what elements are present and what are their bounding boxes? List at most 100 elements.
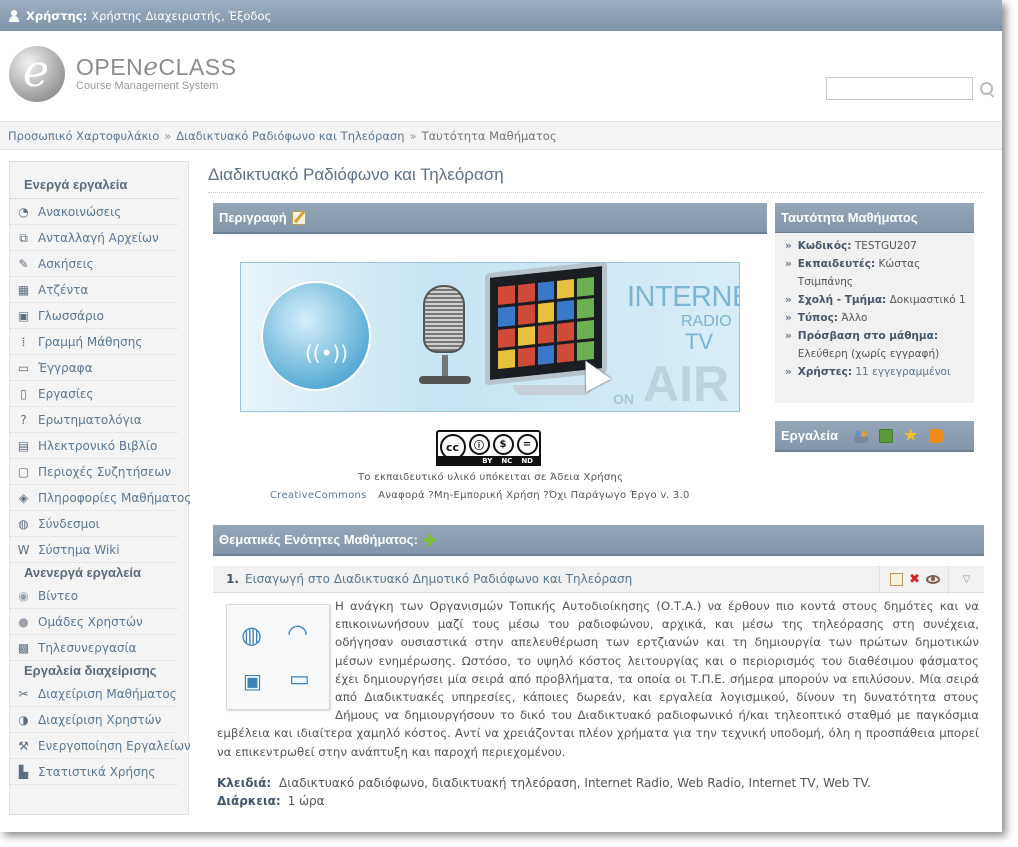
- course-units-heading: Θεματικές Ενότητες Μαθήματος:: [219, 532, 418, 547]
- questionnaires-icon: ?: [20, 412, 27, 427]
- sidebar-item-links[interactable]: ◍ Σύνδεσμοι: [10, 511, 178, 537]
- logo-emblem[interactable]: e: [9, 46, 65, 102]
- admin-tools-heading: Εργαλεία διαχείρισης: [24, 663, 157, 678]
- logout-link[interactable]: Έξοδος: [228, 9, 271, 23]
- keywords-label: Κλειδιά:: [217, 776, 272, 790]
- course-identity-heading: Ταυτότητα Μαθήματος: [781, 210, 918, 225]
- sidebar-item-user-groups[interactable]: ● Ομάδες Χρηστών: [10, 609, 178, 635]
- by-icon: ⓘ: [468, 434, 490, 455]
- active-tools-list: ◔ Ανακοινώσεις ⧉ Ανταλλαγή Αρχείων ✎ Ασκήσε…: [10, 199, 191, 563]
- sidebar-item-glossary[interactable]: ▣ Γλωσσάριο: [10, 303, 178, 329]
- breadcrumb-portfolio[interactable]: Προσωπικό Χαρτοφυλάκιο: [8, 129, 159, 143]
- description-heading: Περιγραφή: [219, 210, 287, 225]
- logo[interactable]: OPENeCLASS Course Management System: [76, 54, 236, 92]
- sidebar-item-file-exchange[interactable]: ⧉ Ανταλλαγή Αρχείων: [10, 225, 178, 251]
- user-label: Χρήστης:: [26, 8, 88, 23]
- rss-icon[interactable]: [928, 428, 943, 443]
- duration-value: 1 ώρα: [287, 794, 325, 808]
- course-info-icon: ◈: [18, 490, 29, 505]
- title-divider: [208, 192, 984, 193]
- registered-users-link[interactable]: 11 εγγεγραμμένοι: [855, 366, 950, 378]
- edit-unit-icon[interactable]: [890, 572, 904, 586]
- info-school: » Σχολή - Τμήμα: Δοκιμαστικό 1: [785, 294, 966, 306]
- info-code: » Κωδικός: TESTGU207: [785, 240, 917, 252]
- header: e OPENeCLASS Course Management System: [0, 31, 1002, 121]
- banner-air-text: AIR: [643, 356, 730, 412]
- documents-icon: ▭: [17, 360, 30, 375]
- globe-icon: ((•)): [261, 281, 371, 391]
- info-instructors: » Εκπαιδευτές: Κώστας Τσιμπάνης: [785, 258, 921, 288]
- sidebar: Ενεργά εργαλεία ◔ Ανακοινώσεις ⧉ Ανταλλαγή…: [9, 161, 191, 815]
- announcements-icon: ◔: [18, 204, 29, 219]
- license-text: Το εκπαιδευτικό υλικό υπόκειται σε Άδεια…: [358, 472, 624, 483]
- creativecommons-link[interactable]: CreativeCommons: [270, 490, 367, 501]
- user-groups-icon: ●: [18, 614, 29, 629]
- sidebar-item-wiki[interactable]: W Σύστημα Wiki: [10, 537, 178, 563]
- ebook-icon: ▤: [17, 438, 30, 453]
- course-banner-image: ((•)) INTERNET RADIO TV ON AIR: [240, 262, 740, 412]
- sidebar-item-documents[interactable]: ▭ Έγγραφα: [10, 355, 178, 381]
- star-icon[interactable]: ★: [904, 428, 918, 443]
- file-exchange-icon: ⧉: [19, 230, 28, 245]
- radio-waves-icon: ((•)): [305, 341, 349, 365]
- info-users: » Χρήστες: 11 εγγεγραμμένοι: [785, 366, 951, 378]
- nc-icon: $: [492, 434, 514, 455]
- agenda-icon: ▦: [17, 282, 30, 297]
- unit-row: 1. Εισαγωγή στο Διαδικτυακό Δημοτικό Ραδ…: [213, 565, 984, 593]
- breadcrumb: Προσωπικό Χαρτοφυλάκιο » Διαδικτυακό Ραδ…: [0, 121, 1002, 150]
- usage-stats-icon: ▙: [18, 764, 29, 779]
- move-down-icon[interactable]: ▽: [948, 565, 984, 593]
- sidebar-item-agenda[interactable]: ▦ Ατζέντα: [10, 277, 178, 303]
- mail-icon[interactable]: [878, 428, 893, 443]
- sidebar-item-tool-activation[interactable]: ⚒ Ενεργοποίηση Εργαλείων: [10, 733, 191, 759]
- links-icon: ◍: [18, 516, 29, 531]
- users-icon[interactable]: [853, 428, 868, 443]
- inactive-tools-list: ◉ Βίντεο ● Ομάδες Χρηστών ▩ Τηλεσυνεργασία: [10, 583, 188, 661]
- sidebar-item-usage-stats[interactable]: ▙ Στατιστικά Χρήσης: [10, 759, 178, 785]
- search-input[interactable]: [826, 77, 973, 100]
- sidebar-item-assignments[interactable]: ▯ Εργασίες: [10, 381, 178, 407]
- unit-title-link[interactable]: Εισαγωγή στο Διαδικτυακό Δημοτικό Ραδιόφ…: [243, 572, 879, 586]
- learning-path-icon: ⁞: [21, 334, 26, 349]
- browser-page: Χρήστης: Χρήστης Διαχειριστής, Έξοδος e …: [0, 0, 1002, 832]
- info-type: » Τύπος: Άλλο: [785, 312, 868, 324]
- user-name: Χρήστης Διαχειριστής,: [91, 8, 225, 23]
- forums-icon: ▢: [17, 464, 30, 479]
- sidebar-item-announcements[interactable]: ◔ Ανακοινώσεις: [10, 199, 178, 225]
- sidebar-item-teleconference[interactable]: ▩ Τηλεσυνεργασία: [10, 635, 178, 661]
- assignments-icon: ▯: [20, 386, 27, 401]
- unit-actions: ✖: [879, 565, 948, 593]
- banner-tv-text: TV: [685, 329, 714, 354]
- unit-keywords: Κλειδιά: Διαδικτυακό ραδιόφωνο, διαδικτυ…: [217, 776, 871, 790]
- visibility-icon[interactable]: [926, 574, 940, 584]
- sidebar-item-learning-path[interactable]: ⁞ Γραμμή Μάθησης: [10, 329, 178, 355]
- sidebar-item-ebook[interactable]: ▤ Ηλεκτρονικό Βιβλίο: [10, 433, 178, 459]
- sidebar-item-video[interactable]: ◉ Βίντεο: [10, 583, 178, 609]
- keywords-value: Διαδικτυακό ραδιόφωνο, διαδικτυακή τηλεό…: [279, 776, 871, 790]
- microphone-icon: [423, 285, 465, 353]
- course-admin-icon: ✂: [18, 686, 29, 701]
- search-icon[interactable]: [980, 82, 995, 97]
- sidebar-item-forums[interactable]: ▢ Περιοχές Συζητήσεων: [10, 459, 178, 485]
- glossary-icon: ▣: [17, 308, 30, 323]
- add-unit-icon[interactable]: [423, 533, 436, 546]
- sidebar-item-questionnaires[interactable]: ? Ερωτηματολόγια: [10, 407, 178, 433]
- license-terms: Αναφορά ?Μη-Εμπορική Χρήση ?Όχι Παράγωγο…: [378, 490, 690, 501]
- admin-tools-list: ✂ Διαχείριση Μαθήματος ◑ Διαχείριση Χρηστώ…: [10, 681, 191, 785]
- delete-unit-icon[interactable]: ✖: [909, 573, 920, 586]
- sidebar-item-course-info[interactable]: ◈ Πληροφορίες Μαθήματος: [10, 485, 191, 511]
- breadcrumb-current: Ταυτότητα Μαθήματος: [421, 128, 557, 143]
- edit-description-icon[interactable]: [291, 210, 306, 225]
- course-identity-header: Ταυτότητα Μαθήματος: [775, 203, 974, 234]
- teleconference-icon: ▩: [17, 640, 30, 655]
- tool-activation-icon: ⚒: [18, 738, 29, 753]
- unit-duration: Διάρκεια: 1 ώρα: [217, 794, 325, 808]
- sidebar-item-exercises[interactable]: ✎ Ασκήσεις: [10, 251, 178, 277]
- user-icon: [8, 9, 20, 22]
- breadcrumb-course[interactable]: Διαδικτυακό Ραδιόφωνο και Τηλεόραση: [176, 129, 404, 143]
- cc-badge-labels: BY NC ND: [436, 456, 541, 466]
- sidebar-item-user-admin[interactable]: ◑ Διαχείριση Χρηστών: [10, 707, 178, 733]
- description-header: Περιγραφή: [213, 203, 767, 234]
- duration-label: Διάρκεια:: [217, 794, 281, 808]
- sidebar-item-course-admin[interactable]: ✂ Διαχείριση Μαθήματος: [10, 681, 178, 707]
